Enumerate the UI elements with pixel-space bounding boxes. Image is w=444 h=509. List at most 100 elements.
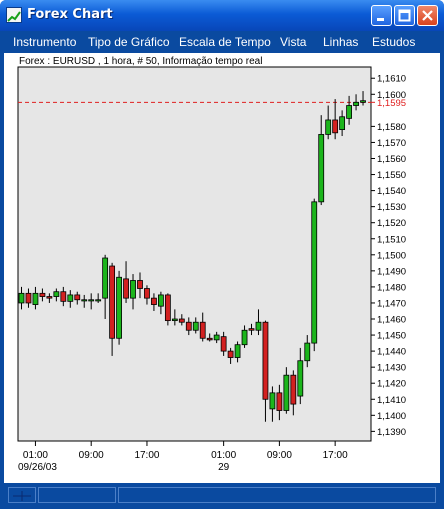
crosshair-tool-button[interactable] [8,487,36,503]
bull-candle [81,299,88,302]
bear-candle [46,296,53,299]
bull-candle [297,360,304,397]
bull-candle [255,321,262,331]
y-tick-label: 1,1570 [377,138,406,149]
bull-candle [311,201,318,344]
bull-candle [304,342,311,362]
y-tick-label: 1,1420 [377,379,406,390]
y-tick-label: 1,1580 [377,122,406,133]
forex-chart-app-icon [6,7,22,23]
title-bar[interactable]: Forex Chart [0,0,444,31]
y-tick-label: 1,1440 [377,347,406,358]
bull-candle [53,291,60,297]
bear-candle [25,292,32,304]
minimize-button[interactable] [371,5,392,26]
x-tick-label: 01:00 [211,450,236,461]
y-tick-label: 1,1510 [377,234,406,245]
bull-candle [318,134,325,203]
bull-candle [192,321,199,331]
bear-candle [123,278,129,299]
y-tick-label: 1,1390 [377,427,406,438]
bull-candle [18,292,25,304]
x-date-label: 29 [218,462,230,473]
y-tick-label: 1,1610 [377,74,406,85]
y-tick-label: 1,1400 [377,411,406,422]
close-icon [422,10,433,21]
bull-candle [32,292,39,305]
y-tick-label: 1,1560 [377,154,406,165]
bear-candle [39,292,46,297]
y-tick-label: 1,1540 [377,186,406,197]
menu-tipo-de-grafico[interactable]: Tipo de Gráfico [88,35,170,49]
crosshair-icon [13,491,31,501]
maximize-icon [398,9,411,22]
x-tick-label: 17:00 [323,450,348,461]
bear-candle [220,336,227,352]
chart-area[interactable]: Forex : EURUSD , 1 hora, # 50, Informaçã… [4,53,440,483]
bull-candle [360,100,366,103]
y-tick-label: 1,1410 [377,395,406,406]
plot-area [17,66,372,442]
bull-candle [339,116,346,131]
bull-candle [67,294,74,302]
bear-candle [164,294,171,322]
menu-bar: Instrumento Tipo de Gráfico Escala de Te… [4,31,440,53]
menu-vista[interactable]: Vista [280,35,306,49]
y-tick-label: 1,1480 [377,282,406,293]
bear-candle [60,291,67,302]
menu-linhas[interactable]: Linhas [323,35,358,49]
current-price-label: 1,1595 [377,98,406,109]
menu-estudos[interactable]: Estudos [372,35,415,49]
bull-candle [171,318,178,322]
x-tick-label: 01:00 [23,450,48,461]
status-bar [4,485,440,505]
bull-candle [353,101,359,106]
menu-escala-de-tempo[interactable]: Escala de Tempo [179,35,271,49]
bull-candle [130,280,136,299]
window-title: Forex Chart [27,7,113,22]
bear-candle [137,280,143,289]
y-tick-label: 1,1520 [377,218,406,229]
bull-candle [325,119,332,135]
bear-candle [290,374,297,405]
app-window: Forex Chart Instrumento Tipo de Gráfico … [0,0,444,509]
x-date-label: 09/26/03 [18,462,57,473]
bull-candle [283,374,290,411]
bull-candle [95,299,102,302]
bull-candle [213,334,220,341]
bull-candle [102,257,109,299]
bear-candle [74,294,81,301]
bear-candle [151,297,157,305]
bear-candle [332,119,339,134]
y-tick-label: 1,1460 [377,315,406,326]
y-tick-label: 1,1450 [377,331,406,342]
bear-candle [206,337,213,341]
minimize-icon [377,18,384,21]
y-tick-label: 1,1500 [377,250,406,261]
x-tick-label: 09:00 [267,450,292,461]
bull-candle [234,344,241,358]
y-tick-label: 1,1550 [377,170,406,181]
bear-candle [185,321,192,331]
close-button[interactable] [417,5,438,26]
bear-candle [248,328,255,331]
bull-candle [157,294,164,307]
menu-instrumento[interactable]: Instrumento [13,35,76,49]
bear-candle [109,265,116,339]
maximize-button[interactable] [394,5,415,26]
candlestick-chart[interactable]: 1,16101,16001,15951,15801,15701,15601,15… [4,53,440,483]
bear-candle [262,321,269,400]
bear-candle [144,288,150,299]
y-tick-label: 1,1470 [377,298,406,309]
status-cell-1 [38,487,116,503]
y-tick-label: 1,1530 [377,202,406,213]
bear-candle [276,392,283,411]
bull-candle [241,329,248,346]
status-cell-2 [118,487,436,503]
y-tick-label: 1,1490 [377,266,406,277]
x-tick-label: 17:00 [134,450,159,461]
x-tick-label: 09:00 [79,450,104,461]
bull-candle [116,276,122,339]
bear-candle [199,321,206,339]
bear-candle [178,318,185,323]
